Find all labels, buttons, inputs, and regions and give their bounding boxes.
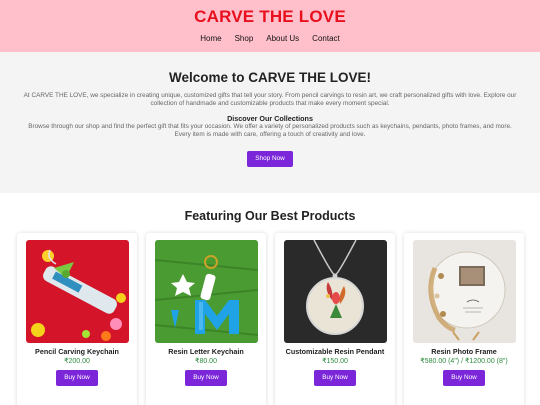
discover-title: Discover Our Collections [227, 114, 313, 123]
product-price: ₹80.00 [195, 358, 217, 365]
buy-now-button[interactable]: Buy Now [185, 370, 227, 386]
nav-about-us[interactable]: About Us [266, 34, 299, 44]
welcome-title: Welcome to CARVE THE LOVE! [168, 70, 372, 85]
nav-contact[interactable]: Contact [312, 34, 340, 44]
product-name: Resin Letter Keychain [168, 347, 244, 356]
brand-title: CARVE THE LOVE [194, 7, 346, 26]
product-price: ₹580.00 (4") / ₹1200.00 (8") [420, 358, 508, 365]
product-card: Pencil Carving Keychain ₹200.00 Buy Now [17, 233, 137, 405]
welcome-section: Welcome to CARVE THE LOVE! At CARVE THE … [0, 52, 540, 193]
product-list: Pencil Carving Keychain ₹200.00 Buy Now [0, 233, 540, 405]
resin-pendant-image[interactable] [283, 240, 387, 343]
pencil-keychain-image[interactable] [25, 240, 129, 343]
product-card: Resin Letter Keychain ₹80.00 Buy Now [146, 233, 266, 405]
product-name: Resin Photo Frame [431, 347, 497, 356]
buy-now-button[interactable]: Buy Now [443, 370, 485, 386]
nav-home[interactable]: Home [200, 34, 221, 44]
resin-letter-keychain-image[interactable] [154, 240, 258, 343]
discover-text: Browse through our shop and find the per… [28, 123, 512, 138]
featured-title: Featuring Our Best Products [184, 209, 356, 223]
featured-section: Featuring Our Best Products Pencil Carvi… [0, 193, 540, 405]
product-name: Pencil Carving Keychain [35, 347, 119, 356]
resin-photo-frame-image[interactable] [412, 240, 516, 343]
main-nav: Home Shop About Us Contact [0, 34, 540, 44]
site-header: CARVE THE LOVE Home Shop About Us Contac… [0, 0, 540, 52]
product-price: ₹150.00 [322, 358, 348, 365]
buy-now-button[interactable]: Buy Now [314, 370, 356, 386]
welcome-intro: At CARVE THE LOVE, we specialize in crea… [23, 92, 517, 107]
nav-shop[interactable]: Shop [235, 34, 254, 44]
product-card: Resin Photo Frame ₹580.00 (4") / ₹1200.0… [404, 233, 524, 405]
shop-now-button[interactable]: Shop Now [247, 151, 293, 167]
product-name: Customizable Resin Pendant [285, 347, 385, 356]
product-card: Customizable Resin Pendant ₹150.00 Buy N… [275, 233, 395, 405]
buy-now-button[interactable]: Buy Now [56, 370, 98, 386]
product-price: ₹200.00 [64, 358, 90, 365]
